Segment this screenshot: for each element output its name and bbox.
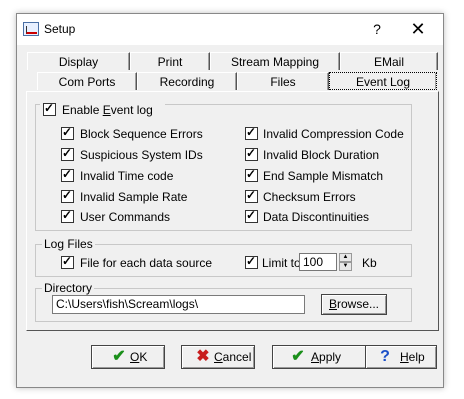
browse-button[interactable]: Browse...: [321, 294, 387, 315]
title-bar: Setup ? ✕: [17, 14, 443, 45]
data-discontinuities-label: Data Discontinuities: [263, 210, 370, 224]
invalid-compression-code-checkbox[interactable]: [245, 125, 258, 140]
checkmark-icon: ✔: [112, 348, 126, 365]
help-label: Help: [400, 350, 425, 364]
limit-size-input[interactable]: 100: [299, 253, 337, 271]
tab-email[interactable]: EMail: [340, 52, 438, 70]
checksum-errors-checkbox[interactable]: [245, 188, 258, 203]
end-sample-mismatch-label: End Sample Mismatch: [263, 169, 384, 183]
end-sample-mismatch-checkbox[interactable]: [245, 167, 258, 182]
invalid-time-code-checkbox[interactable]: [61, 167, 74, 182]
ok-button[interactable]: ✔ OK: [91, 345, 165, 369]
limit-size-checkbox[interactable]: [245, 254, 258, 269]
log-files-legend: Log Files: [42, 237, 95, 251]
tab-print[interactable]: Print: [130, 52, 210, 70]
invalid-block-duration-label: Invalid Block Duration: [263, 148, 380, 162]
setup-dialog: Setup ? ✕ Display Print Stream Mapping E…: [16, 13, 444, 388]
user-commands-checkbox[interactable]: [61, 208, 74, 223]
invalid-sample-rate-label: Invalid Sample Rate: [80, 190, 188, 204]
limit-to-label: Limit to: [262, 256, 301, 270]
question-mark-icon: ?: [380, 348, 390, 365]
checkmark-icon: ✔: [291, 348, 305, 365]
file-per-source-checkbox[interactable]: [61, 254, 74, 269]
close-icon[interactable]: ✕: [406, 19, 430, 39]
block-sequence-errors-label: Block Sequence Errors: [80, 127, 203, 141]
limit-unit-label: Kb: [362, 256, 377, 270]
user-commands-label: User Commands: [80, 210, 171, 224]
app-icon: [23, 22, 39, 36]
window-title: Setup: [44, 22, 76, 36]
checksum-errors-label: Checksum Errors: [263, 190, 356, 204]
invalid-time-code-label: Invalid Time code: [80, 169, 174, 183]
suspicious-system-ids-label: Suspicious System IDs: [80, 148, 203, 162]
invalid-block-duration-checkbox[interactable]: [245, 146, 258, 161]
directory-legend: Directory: [42, 281, 95, 295]
apply-label: Apply: [311, 350, 342, 364]
block-sequence-errors-checkbox[interactable]: [61, 125, 74, 140]
x-mark-icon: ✖: [196, 348, 210, 365]
invalid-sample-rate-checkbox[interactable]: [61, 188, 74, 203]
tab-stream-mapping[interactable]: Stream Mapping: [210, 52, 340, 70]
invalid-compression-code-label: Invalid Compression Code: [263, 127, 404, 141]
suspicious-system-ids-checkbox[interactable]: [61, 146, 74, 161]
directory-path-input[interactable]: C:\Users\fish\Scream\logs\: [52, 295, 305, 314]
help-icon[interactable]: ?: [367, 19, 387, 39]
cancel-button[interactable]: ✖ Cancel: [181, 345, 255, 369]
data-discontinuities-checkbox[interactable]: [245, 208, 258, 223]
apply-button[interactable]: ✔ Apply: [272, 345, 370, 369]
spin-down-button[interactable]: ▼: [339, 262, 352, 271]
tab-recording[interactable]: Recording: [137, 72, 237, 90]
cancel-label: Cancel: [214, 350, 252, 364]
spin-up-button[interactable]: ▲: [339, 253, 352, 262]
ok-label: OK: [130, 350, 148, 364]
tab-files[interactable]: Files: [237, 72, 329, 90]
tab-event-log[interactable]: Event Log: [329, 72, 437, 90]
file-per-source-label: File for each data source: [80, 256, 213, 270]
tab-display[interactable]: Display: [27, 52, 130, 70]
help-button[interactable]: ? Help: [365, 345, 437, 369]
tab-com-ports[interactable]: Com Ports: [37, 72, 137, 90]
enable-event-log-label: Enable Event log: [62, 103, 153, 117]
enable-event-log-checkbox[interactable]: [43, 101, 56, 116]
